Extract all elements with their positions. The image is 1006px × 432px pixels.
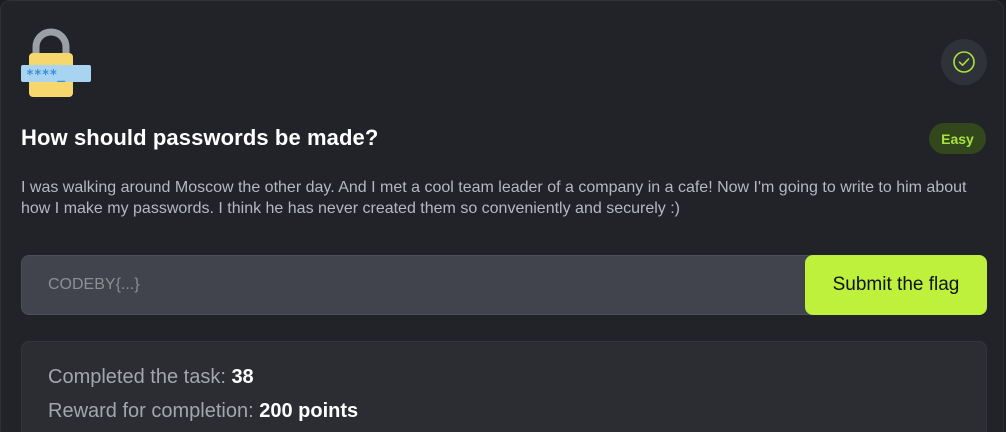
flag-input[interactable]	[22, 256, 802, 314]
reward-label: Reward for completion:	[48, 400, 260, 422]
task-stats-panel: Completed the task: 38 Reward for comple…	[21, 341, 987, 432]
lock-mask-text: ****_	[26, 68, 65, 83]
completed-value: 38	[231, 366, 254, 388]
task-title: How should passwords be made?	[21, 125, 379, 150]
completed-label: Completed the task:	[48, 366, 232, 388]
lock-password-icon: ****_	[21, 27, 93, 99]
task-status-button[interactable]	[941, 39, 987, 85]
task-card: ****_ How should passwords be made? Easy…	[0, 0, 1004, 432]
task-description: I was walking around Moscow the other da…	[21, 179, 967, 217]
flag-form: Submit the flag	[21, 255, 987, 315]
completed-stat: Completed the task: 38	[48, 366, 254, 389]
submit-flag-button[interactable]: Submit the flag	[805, 255, 987, 315]
check-circle-icon	[953, 51, 975, 73]
reward-stat: Reward for completion: 200 points	[48, 400, 358, 423]
difficulty-badge: Easy	[929, 123, 986, 154]
reward-value: 200 points	[259, 400, 359, 422]
